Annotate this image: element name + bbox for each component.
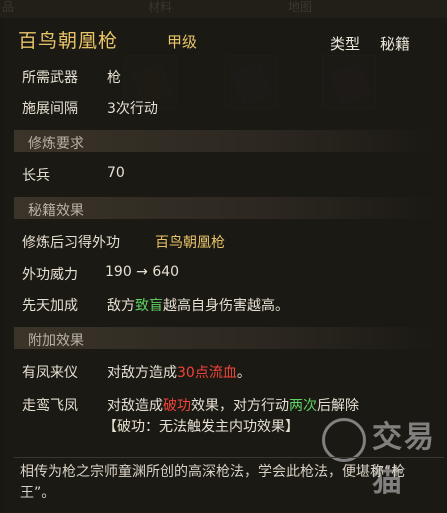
background-tab-bar: 品 材料 地图: [0, 0, 447, 18]
extra-effect-pre: 对敌方造成: [107, 365, 177, 381]
section-title: 修炼要求: [28, 136, 84, 152]
weapon-row: 所需武器 枪: [0, 67, 447, 87]
type-label: 类型: [330, 35, 361, 53]
learned-skill-row: 修炼后习得外功 百鸟朝凰枪: [0, 232, 447, 252]
interval-row: 施展间隔 3次行动: [0, 98, 447, 118]
background-tab: 地图: [288, 0, 313, 14]
innate-text-post: 越高自身伤害越高。: [163, 298, 289, 314]
innate-highlight: 致盲: [135, 298, 163, 314]
extra-effect-mid: 效果，对方行动: [191, 398, 289, 414]
extra-effect-note: 【破功：无法触发主内功效果】: [103, 419, 299, 435]
innate-text: 敌方致盲越高自身伤害越高。: [107, 295, 289, 315]
extra-effect-text: 对敌造成破功效果，对方行动两次后解除: [107, 395, 359, 415]
learned-skill-value: 百鸟朝凰枪: [155, 235, 225, 251]
extra-effect-highlight: 两次: [289, 398, 317, 414]
type-value: 秘籍: [380, 35, 411, 53]
extra-effect-highlight: 破功: [163, 398, 191, 414]
interval-label: 施展间隔: [22, 101, 78, 117]
extra-effect-pre: 对敌造成: [107, 398, 163, 414]
power-label: 外功威力: [22, 267, 78, 283]
background-tab: 品: [2, 0, 15, 14]
section-title: 附加效果: [28, 333, 84, 349]
innate-text-pre: 敌方: [107, 298, 135, 314]
extra-effect-text: 对敌方造成30点流血。: [107, 362, 251, 382]
section-header-effects: 秘籍效果: [14, 197, 436, 219]
section-header-extras: 附加效果: [14, 327, 436, 349]
extra-effect-label: 有凤来仪: [22, 365, 78, 381]
interval-value: 3次行动: [107, 101, 158, 117]
item-description: 相传为枪之宗师童渊所创的高深枪法，学会此枪法，便堪称“枪王”。: [20, 464, 406, 501]
extra-effect-row: 有凤来仪 对敌方造成30点流血。: [0, 362, 447, 382]
learned-skill-label: 修炼后习得外功: [22, 235, 120, 251]
extra-effect-post: 。: [236, 365, 251, 381]
extra-effect-highlight: 30点流血: [177, 365, 237, 381]
requirement-row: 长兵 70: [0, 165, 447, 185]
watermark-logo-icon: [322, 418, 366, 462]
weapon-label: 所需武器: [22, 70, 78, 86]
extra-effect-post: 后解除: [317, 398, 359, 414]
weapon-value: 枪: [107, 70, 121, 86]
extra-effect-label: 走鸾飞凤: [22, 398, 78, 414]
section-title: 秘籍效果: [28, 203, 84, 219]
divider: [14, 457, 444, 458]
item-title: 百鸟朝凰枪: [18, 30, 119, 52]
power-row: 外功威力 190 → 640: [0, 264, 447, 284]
requirement-value: 70: [107, 165, 125, 181]
grade-badge: 甲级: [167, 33, 198, 51]
power-value: 190 → 640: [105, 264, 180, 280]
innate-label: 先天加成: [22, 298, 78, 314]
requirement-label: 长兵: [22, 168, 50, 184]
innate-row: 先天加成 敌方致盲越高自身伤害越高。: [0, 295, 447, 315]
background-tab: 材料: [148, 0, 173, 14]
section-header-requirements: 修炼要求: [14, 130, 436, 152]
